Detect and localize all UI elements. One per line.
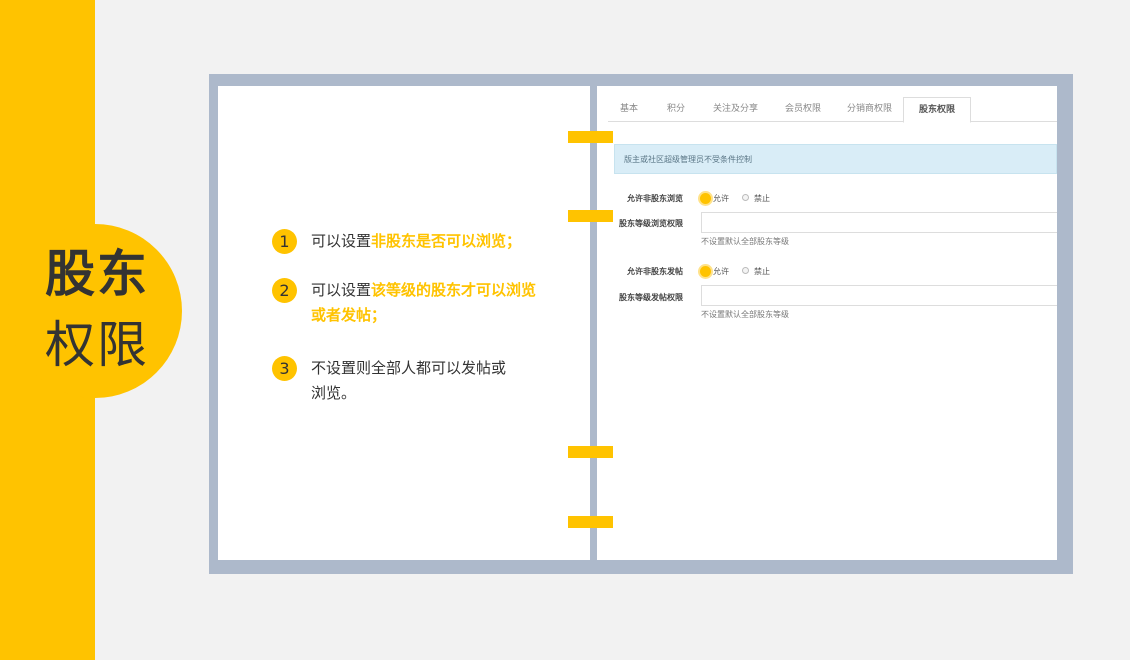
tab-points[interactable]: 积分 (667, 97, 685, 122)
step-1: 1 可以设置非股东是否可以浏览； (272, 229, 541, 254)
step-3: 3 不设置则全部人都可以发帖或浏览。 (272, 356, 511, 406)
step-text: 可以设置非股东是否可以浏览； (311, 232, 522, 250)
post-allow-radio[interactable] (700, 266, 711, 277)
browse-forbid-option: 禁止 (754, 194, 770, 203)
settings-tabs: 基本 积分 关注及分享 会员权限 分销商权限 股东权限 (608, 97, 1057, 123)
binder-ring (568, 210, 613, 222)
tab-follow-share[interactable]: 关注及分享 (713, 97, 758, 122)
step-text: 可以设置该等级的股东才可以浏览或者发帖； (311, 281, 537, 324)
browse-allow-label: 允许非股东浏览 (627, 194, 683, 203)
tab-distributor-permission[interactable]: 分销商权限 (847, 97, 892, 122)
browse-level-label: 股东等级浏览权限 (619, 219, 683, 228)
step-2: 2 可以设置该等级的股东才可以浏览或者发帖； (272, 278, 541, 328)
slide-title: 股东 (45, 245, 149, 303)
tab-member-permission[interactable]: 会员权限 (785, 97, 821, 122)
notice-banner: 版主或社区超级管理员不受条件控制 (614, 144, 1057, 174)
browse-allow-radio[interactable] (700, 193, 711, 204)
binder-ring (568, 516, 613, 528)
step-text: 不设置则全部人都可以发帖或浏览。 (311, 359, 507, 402)
step-number: 1 (272, 229, 297, 254)
post-forbid-option: 禁止 (754, 267, 770, 276)
post-forbid-radio[interactable] (742, 267, 749, 274)
post-level-label: 股东等级发帖权限 (619, 293, 683, 302)
post-level-hint: 不设置默认全部股东等级 (701, 310, 789, 319)
tab-shareholder-permission[interactable]: 股东权限 (903, 97, 972, 123)
slide-subtitle: 权限 (45, 316, 149, 374)
step-number: 3 (272, 356, 297, 381)
post-allow-option: 允许 (713, 267, 729, 276)
post-level-input[interactable] (701, 285, 1057, 306)
post-allow-label: 允许非股东发帖 (627, 267, 683, 276)
step-number: 2 (272, 278, 297, 303)
browse-level-hint: 不设置默认全部股东等级 (701, 237, 789, 246)
binder-ring (568, 446, 613, 458)
tab-basic[interactable]: 基本 (620, 97, 638, 122)
binder-ring (568, 131, 613, 143)
browse-level-input[interactable] (701, 212, 1057, 233)
browse-allow-option: 允许 (713, 194, 729, 203)
browse-forbid-radio[interactable] (742, 194, 749, 201)
